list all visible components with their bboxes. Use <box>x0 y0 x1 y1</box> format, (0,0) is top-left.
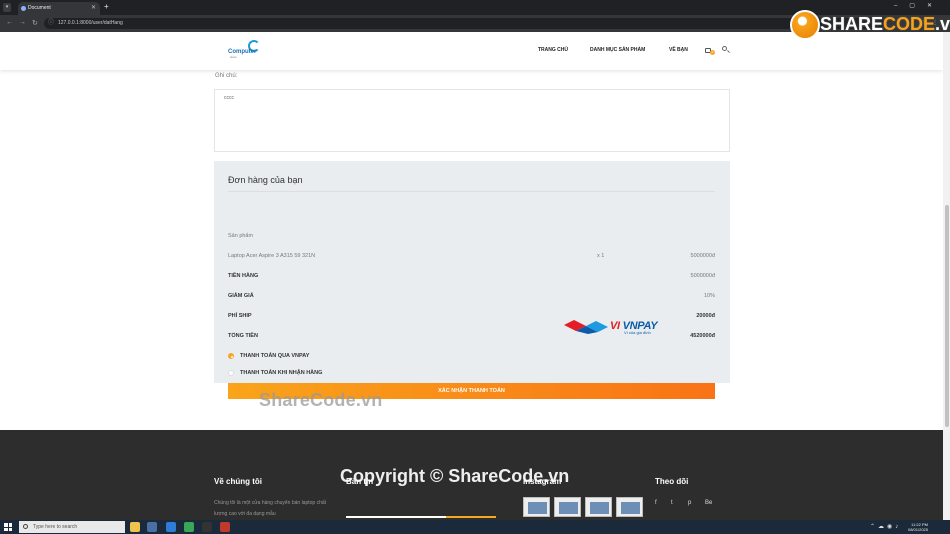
search-icon <box>23 524 28 529</box>
window-controls[interactable]: –▢✕ <box>894 2 944 9</box>
footer-about-text: Chúng tôi là một cửa hàng chuyên bán lap… <box>214 500 327 517</box>
logo-subtext: store <box>230 55 237 59</box>
instagram-thumb[interactable] <box>616 497 643 517</box>
item-name: Laptop Acer Aspire 3 A315 59 321N <box>228 253 316 259</box>
tab-search-button[interactable]: ▾ <box>3 3 11 12</box>
pinterest-icon[interactable]: p <box>688 500 691 506</box>
discount-value: 10% <box>703 293 715 299</box>
back-icon[interactable]: ← <box>6 19 13 26</box>
subtotal-value: 5000000đ <box>690 273 715 279</box>
new-tab-button[interactable]: + <box>104 2 109 11</box>
watermark-copyright: Copyright © ShareCode.vn <box>340 466 570 486</box>
instagram-thumb[interactable] <box>554 497 581 517</box>
site-info-icon[interactable]: ⓘ <box>48 18 54 29</box>
close-tab-icon[interactable]: ✕ <box>91 2 96 15</box>
nav-about[interactable]: VỀ BẠN <box>669 47 688 53</box>
radio-selected-icon[interactable] <box>228 353 234 359</box>
windows-taskbar: Type here to search ⌃☁◉♪ 11:22 PM 08/01/… <box>0 520 950 534</box>
shipping-label: PHÍ SHIP <box>228 313 252 319</box>
url-text: 127.0.0.1:8000/user/datHang <box>58 20 123 26</box>
order-item-row: Laptop Acer Aspire 3 A315 59 321N x 1 50… <box>228 251 715 261</box>
app-icon[interactable] <box>147 522 157 532</box>
app-icon[interactable] <box>220 522 230 532</box>
terminal-icon[interactable] <box>202 522 212 532</box>
watermark-center: ShareCode.vn <box>259 390 383 410</box>
total-label: TỔNG TIỀN <box>228 333 258 339</box>
product-header-label: Sản phẩm <box>228 233 254 239</box>
reload-icon[interactable]: ↻ <box>32 19 38 27</box>
search-icon[interactable] <box>722 46 730 53</box>
system-tray-icons[interactable]: ⌃☁◉♪ <box>870 523 901 530</box>
footer-follow-title: Theo dõi <box>655 477 689 486</box>
vnpay-logo: VI VNPAY Ví của gia đình <box>562 320 698 336</box>
product-header: Sản phẩm <box>228 231 715 241</box>
facebook-icon[interactable]: f <box>655 500 657 506</box>
payment-option-vnpay[interactable]: THANH TOÁN QUA VNPAY <box>228 351 428 361</box>
payment-cod-label: THANH TOÁN KHI NHẬN HÀNG <box>240 370 323 376</box>
instagram-thumb[interactable] <box>523 497 550 517</box>
tab-document[interactable]: Document ✕ <box>18 2 100 15</box>
site-logo[interactable]: Computer store <box>228 40 262 60</box>
discount-row: GIẢM GIÁ 10% <box>228 291 715 301</box>
file-explorer-icon[interactable] <box>130 522 140 532</box>
subtotal-row: TIỀN HÀNG 5000000đ <box>228 271 715 281</box>
order-summary: Đơn hàng của bạn Sản phẩm Laptop Acer As… <box>214 161 730 399</box>
scrollbar-thumb[interactable] <box>945 205 949 427</box>
address-bar[interactable]: ⓘ 127.0.0.1:8000/user/datHang <box>44 18 884 29</box>
sharecode-ball-icon <box>790 10 820 40</box>
instagram-thumb[interactable] <box>585 497 612 517</box>
subtotal-label: TIỀN HÀNG <box>228 273 259 279</box>
note-textarea[interactable]: cccc <box>214 89 730 152</box>
nav-categories[interactable]: DANH MỤC SẢN PHẨM <box>590 47 645 53</box>
divider <box>228 191 715 192</box>
discount-label: GIẢM GIÁ <box>228 293 254 299</box>
item-price: 5000000đ <box>690 253 715 259</box>
windows-start-icon[interactable] <box>4 523 12 531</box>
note-label: Ghi chú: <box>215 73 238 79</box>
vnpay-mark-icon <box>564 320 608 334</box>
web-page: Computer store TRANG CHỦ DANH MỤC SẢN PH… <box>0 32 943 520</box>
clock-date: 08/01/2025 <box>907 527 928 532</box>
newsletter-submit[interactable] <box>446 516 496 518</box>
vscode-icon[interactable] <box>166 522 176 532</box>
forward-icon[interactable]: → <box>19 19 26 26</box>
vnpay-tagline: Ví của gia đình <box>624 330 651 335</box>
item-qty: x 1 <box>597 253 605 259</box>
shipping-value: 20000đ <box>696 313 715 319</box>
favicon-icon <box>21 6 26 11</box>
cart-button[interactable]: 0 <box>705 46 715 55</box>
taskbar-search-placeholder: Type here to search <box>33 524 78 530</box>
taskbar-search[interactable]: Type here to search <box>19 521 125 533</box>
behance-icon[interactable]: Be <box>705 500 712 506</box>
radio-unselected-icon[interactable] <box>228 370 234 376</box>
tab-title: Document <box>28 5 51 11</box>
clock[interactable]: 11:22 PM 08/01/2025 <box>908 522 928 532</box>
payment-option-cod[interactable]: THANH TOÁN KHI NHẬN HÀNG <box>228 368 428 378</box>
nav-home[interactable]: TRANG CHỦ <box>538 47 568 53</box>
order-title: Đơn hàng của bạn <box>228 175 303 185</box>
chrome-icon[interactable] <box>184 522 194 532</box>
footer-about-title: Về chúng tôi <box>214 477 262 486</box>
sharecode-logo: SHARECODE.vn <box>790 10 950 42</box>
twitter-icon[interactable]: t <box>671 500 673 506</box>
payment-vnpay-label: THANH TOÁN QUA VNPAY <box>240 353 310 359</box>
sharecode-logo-text: SHARECODE.vn <box>820 14 950 34</box>
cart-badge: 0 <box>710 50 715 55</box>
